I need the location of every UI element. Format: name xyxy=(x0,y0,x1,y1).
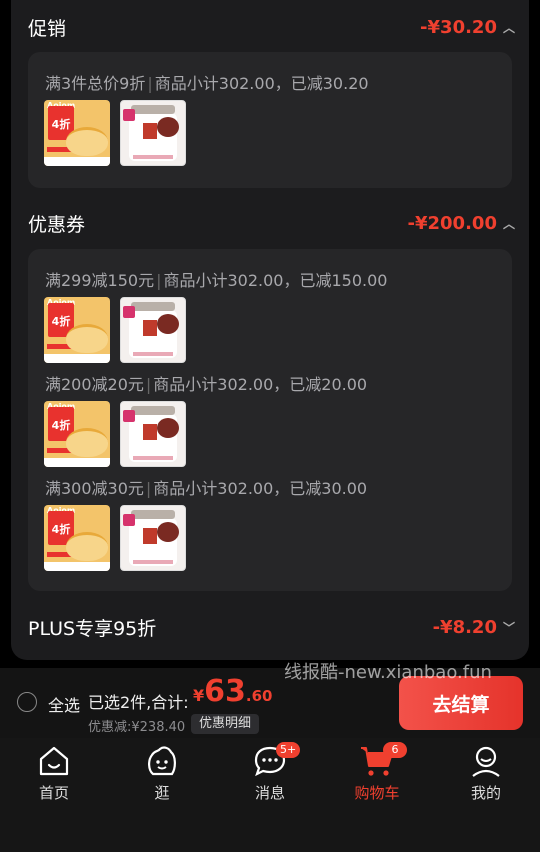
discount-detail-panel: 促销 -¥30.20 ︿ 满3件总价9折|商品小计302.00，已减30.20 A… xyxy=(11,0,529,660)
profile-icon xyxy=(446,742,526,780)
product-thumbs: Aojom4折 xyxy=(44,505,186,571)
coupon-rule-1: 满299减150元 | 商品小计302.00，已减150.00 xyxy=(45,271,388,290)
coupon-header[interactable]: 优惠券 -¥200.00 ︿ xyxy=(28,208,515,238)
cart-icon: 6 xyxy=(337,742,417,780)
coupon-amount: -¥200.00 xyxy=(407,212,497,234)
promotion-box: 满3件总价9折|商品小计302.00，已减30.20 Aojom4折 xyxy=(28,52,512,188)
product-thumb-jar[interactable] xyxy=(120,297,186,363)
cart-badge: 6 xyxy=(383,742,407,758)
plus-title: PLUS专享95折 xyxy=(28,617,157,640)
selected-count-label: 已选2件,合计: xyxy=(88,693,189,712)
promotion-rule: 满3件总价9折 | 商品小计302.00，已减30.20 xyxy=(45,74,369,93)
total-price: ¥63.60 xyxy=(193,674,273,709)
plus-amount: -¥8.20 xyxy=(432,616,497,638)
product-thumb-fries[interactable]: Aojom4折 xyxy=(44,505,110,571)
checkout-button[interactable]: 去结算 xyxy=(399,676,523,730)
promotion-title: 促销 xyxy=(28,17,67,40)
product-thumbs: Aojom4折 xyxy=(44,100,186,166)
product-thumbs: Aojom4折 xyxy=(44,401,186,467)
watermark: 线报酷-new.xianbao.fun xyxy=(284,662,492,683)
home-icon xyxy=(14,742,94,780)
tab-bar: 首页 逛 5+ 消息 6 购物车 我的 xyxy=(0,738,540,852)
coupon-rule-3: 满300减30元 | 商品小计302.00，已减30.00 xyxy=(45,479,368,498)
tab-stroll[interactable]: 逛 xyxy=(122,742,202,803)
coupon-title: 优惠券 xyxy=(28,213,86,236)
product-thumb-jar[interactable] xyxy=(120,505,186,571)
message-icon: 5+ xyxy=(230,742,310,780)
select-all-radio[interactable] xyxy=(17,692,37,712)
promotion-amount: -¥30.20 xyxy=(420,16,497,38)
chevron-up-icon: ︿ xyxy=(502,20,515,35)
product-thumb-jar[interactable] xyxy=(120,100,186,166)
tab-cart[interactable]: 6 购物车 xyxy=(337,742,417,803)
product-thumb-jar[interactable] xyxy=(120,401,186,467)
tab-profile[interactable]: 我的 xyxy=(446,742,526,803)
product-thumbs: Aojom4折 xyxy=(44,297,186,363)
discount-detail-button[interactable]: 优惠明细 xyxy=(191,714,260,734)
saved-amount: 优惠减:¥238.40 xyxy=(88,720,186,735)
chevron-up-icon: ︿ xyxy=(502,216,515,231)
tab-messages[interactable]: 5+ 消息 xyxy=(230,742,310,803)
tab-home[interactable]: 首页 xyxy=(14,742,94,803)
coupon-box: 满299减150元|商品小计302.00，已减150.00 Aojom4折 满2… xyxy=(28,249,512,591)
product-thumb-fries[interactable]: Aojom4折 xyxy=(44,100,110,166)
plus-header[interactable]: PLUS专享95折 -¥8.20 ﹀ xyxy=(28,612,515,642)
product-thumb-fries[interactable]: Aojom4折 xyxy=(44,297,110,363)
product-thumb-fries[interactable]: Aojom4折 xyxy=(44,401,110,467)
message-badge: 5+ xyxy=(276,742,301,758)
promotion-header[interactable]: 促销 -¥30.20 ︿ xyxy=(28,12,515,42)
select-all-label[interactable]: 全选 xyxy=(48,692,80,716)
coupon-rule-2: 满200减20元 | 商品小计302.00，已减20.00 xyxy=(45,375,368,394)
chevron-down-icon: ﹀ xyxy=(502,620,515,635)
stroll-icon xyxy=(122,742,202,780)
